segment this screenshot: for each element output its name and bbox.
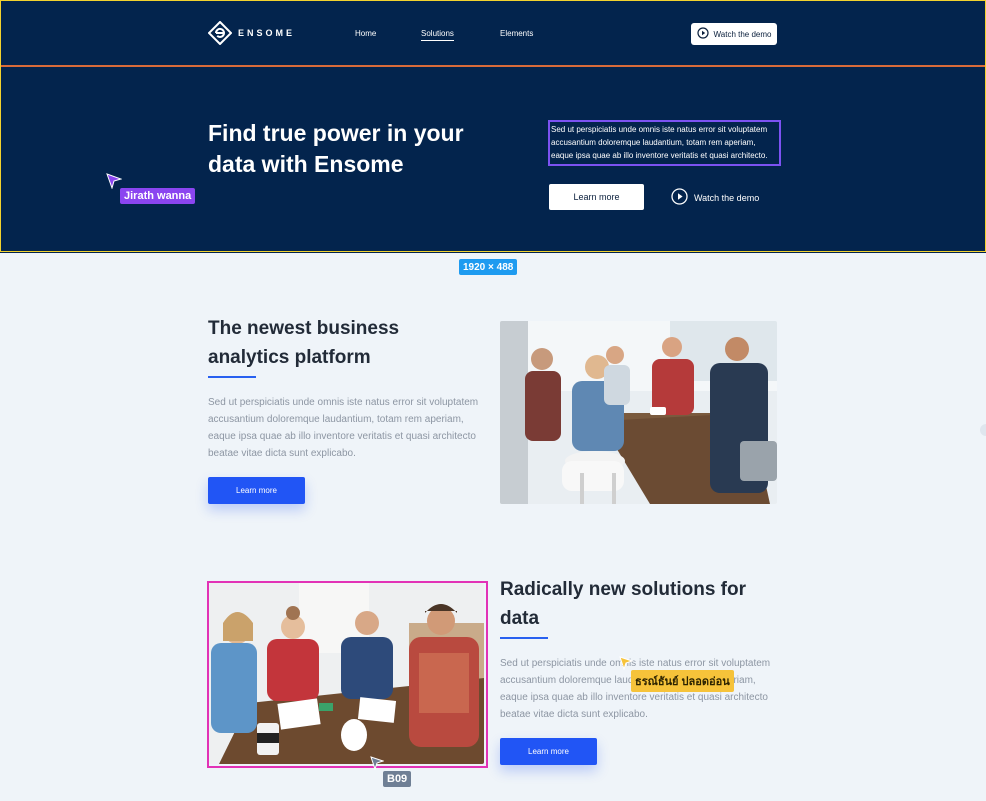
nav-divider	[0, 65, 986, 67]
team-discussion-photo	[209, 583, 484, 764]
nav-solutions[interactable]: Solutions	[421, 29, 454, 41]
hero-title: Find true power in your data with Ensome	[208, 120, 464, 177]
collaborator-name-tag: Jirath wanna	[120, 188, 196, 204]
scroll-edge-marker	[980, 424, 986, 436]
section2-learn-more-button[interactable]: Learn more	[500, 738, 597, 765]
nav-home[interactable]: Home	[355, 29, 376, 38]
dimension-badge: 1920 × 488	[459, 259, 518, 275]
watch-demo-nav-button[interactable]: Watch the demo	[691, 23, 777, 45]
hero-watch-demo-label: Watch the demo	[694, 192, 760, 203]
play-circle-icon	[671, 188, 688, 207]
logo-text: ENSOME	[238, 28, 296, 38]
hero-learn-more-button[interactable]: Learn more	[549, 184, 644, 210]
play-circle-icon	[696, 27, 709, 41]
meeting-photo	[500, 321, 777, 504]
section1-accent-line	[208, 376, 256, 378]
nav-elements[interactable]: Elements	[500, 29, 533, 38]
section2-accent-line	[500, 637, 548, 639]
section2-title: Radically new solutions for data	[500, 579, 746, 629]
watch-demo-nav-label: Watch the demo	[713, 29, 772, 39]
cursor-arrow-icon	[370, 756, 385, 775]
hero-text: Sed ut perspiciatis unde omnis iste natu…	[548, 120, 781, 166]
ensome-logo-icon	[207, 20, 233, 46]
hero-section: ENSOME Home Solutions Elements Watch the…	[0, 0, 986, 253]
collaborator-name-tag: B09	[383, 771, 412, 787]
collaborator-name-tag: ธรณ์ธันย์ ปลอดอ่อน	[631, 670, 734, 692]
hero-watch-demo-button[interactable]: Watch the demo	[671, 188, 759, 207]
logo[interactable]: ENSOME	[207, 20, 296, 46]
section1-title: The newest business analytics platform	[208, 318, 400, 368]
section1-text: Sed ut perspiciatis unde omnis iste natu…	[208, 397, 479, 459]
section1-learn-more-button[interactable]: Learn more	[208, 477, 305, 504]
